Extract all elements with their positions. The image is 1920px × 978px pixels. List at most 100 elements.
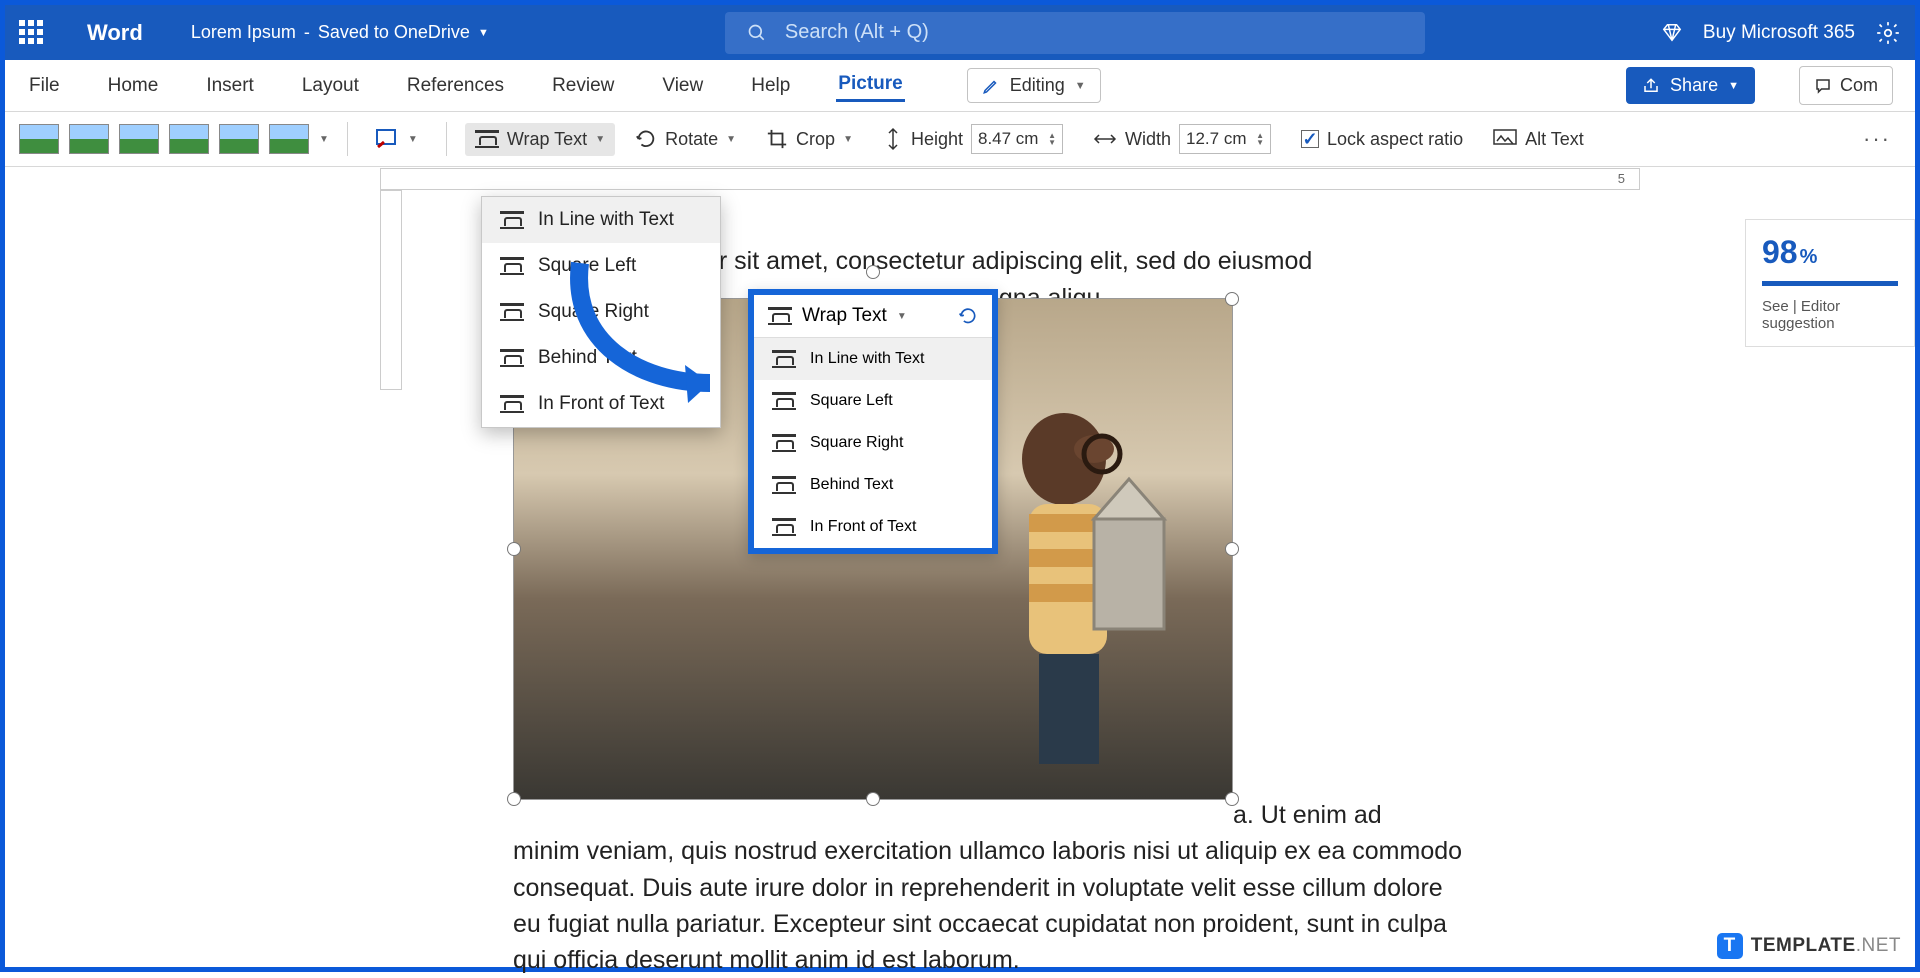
app-launcher-icon[interactable] <box>19 20 45 46</box>
editor-score-bar <box>1762 281 1898 286</box>
chevron-down-icon: ▼ <box>408 134 418 145</box>
wrap-left-icon <box>772 392 796 410</box>
height-label: Height <box>911 129 963 150</box>
resize-handle[interactable] <box>507 542 521 556</box>
wrap-option-label: In Front of Text <box>810 518 916 536</box>
picture-style-5[interactable] <box>219 124 259 154</box>
wrap-option-label: In Line with Text <box>538 209 674 231</box>
wrap-front-icon <box>500 395 524 413</box>
chevron-down-icon: ▼ <box>595 134 605 145</box>
width-input[interactable]: 12.7 cm▲▼ <box>1179 124 1271 154</box>
rotate-icon[interactable] <box>958 306 978 326</box>
wrap-option-label: Square Right <box>538 301 649 323</box>
rotate-handle[interactable] <box>866 265 880 279</box>
picture-style-2[interactable] <box>69 124 109 154</box>
height-value: 8.47 cm <box>978 129 1038 149</box>
resize-handle[interactable] <box>1225 542 1239 556</box>
spinner-icon[interactable]: ▲▼ <box>1048 132 1056 146</box>
wrap-front-icon <box>772 518 796 536</box>
picture-ribbon: ▼ ▼ Wrap Text ▼ Rotate ▼ Crop ▼ Height 8… <box>5 112 1915 167</box>
editor-score-card[interactable]: 98 % See | Editor suggestion <box>1745 219 1915 347</box>
document-text-line: or sit amet, consectetur adipiscing elit… <box>705 243 1485 279</box>
tab-references[interactable]: References <box>405 71 506 101</box>
float-wrap-option-behind[interactable]: Behind Text <box>754 464 992 506</box>
floating-wrap-label: Wrap Text <box>802 305 887 327</box>
spinner-icon[interactable]: ▲▼ <box>1256 132 1264 146</box>
alt-text-button[interactable]: Alt Text <box>1483 123 1594 156</box>
height-input[interactable]: 8.47 cm ▲▼ <box>971 124 1063 154</box>
wrap-option-label: Behind Text <box>810 476 893 494</box>
alt-text-label: Alt Text <box>1525 129 1584 150</box>
gear-icon[interactable] <box>1875 20 1901 46</box>
rotate-icon <box>635 128 657 150</box>
wrap-text-icon <box>475 130 499 148</box>
resize-handle[interactable] <box>1225 292 1239 306</box>
wrap-option-inline[interactable]: In Line with Text <box>482 197 720 243</box>
wrap-option-square-left[interactable]: Square Left <box>482 243 720 289</box>
float-wrap-option-front[interactable]: In Front of Text <box>754 506 992 548</box>
wrap-text-label: Wrap Text <box>507 129 587 150</box>
wrap-option-label: In Line with Text <box>810 350 924 368</box>
chevron-down-icon: ▼ <box>478 27 489 39</box>
float-wrap-option-square-right[interactable]: Square Right <box>754 422 992 464</box>
wrap-option-front[interactable]: In Front of Text <box>482 381 720 427</box>
editing-label: Editing <box>1010 75 1065 96</box>
chevron-down-icon: ▼ <box>726 134 736 145</box>
tab-home[interactable]: Home <box>106 71 161 101</box>
tab-picture[interactable]: Picture <box>836 69 904 102</box>
ribbon-overflow[interactable]: ··· <box>1853 120 1901 158</box>
picture-border-button[interactable]: ▼ <box>366 123 428 155</box>
wrap-inline-icon <box>500 211 524 229</box>
rotate-label: Rotate <box>665 129 718 150</box>
crop-icon <box>766 128 788 150</box>
editor-score-pct: % <box>1800 246 1818 269</box>
wrap-option-label: Square Left <box>810 392 893 410</box>
wrap-option-square-right[interactable]: Square Right <box>482 289 720 335</box>
float-wrap-option-inline[interactable]: In Line with Text <box>754 338 992 380</box>
buy-link[interactable]: Buy Microsoft 365 <box>1703 22 1855 44</box>
tab-layout[interactable]: Layout <box>300 71 361 101</box>
document-title-area[interactable]: Lorem Ipsum - Saved to OneDrive ▼ <box>191 22 489 43</box>
tab-file[interactable]: File <box>27 71 62 101</box>
wrap-option-label: Square Right <box>810 434 903 452</box>
document-name: Lorem Ipsum <box>191 22 296 43</box>
comments-button[interactable]: Com <box>1799 66 1893 105</box>
wrap-left-icon <box>500 257 524 275</box>
height-icon <box>883 127 903 151</box>
tab-insert[interactable]: Insert <box>204 71 256 101</box>
wrap-behind-icon <box>772 476 796 494</box>
picture-style-1[interactable] <box>19 124 59 154</box>
wrap-text-button[interactable]: Wrap Text ▼ <box>465 123 615 156</box>
lock-aspect-group[interactable]: ✓ Lock aspect ratio <box>1291 123 1473 156</box>
tab-view[interactable]: View <box>660 71 705 101</box>
wrap-option-behind[interactable]: Behind Text <box>482 335 720 381</box>
chevron-down-icon[interactable]: ▼ <box>319 134 329 145</box>
share-button[interactable]: Share ▼ <box>1626 67 1755 104</box>
editing-mode-button[interactable]: Editing ▼ <box>967 68 1101 103</box>
watermark-brand: TEMPLATE <box>1751 935 1856 956</box>
chevron-down-icon: ▼ <box>843 134 853 145</box>
wrap-behind-icon <box>500 349 524 367</box>
chevron-down-icon: ▼ <box>1728 80 1739 92</box>
titlebar: Word Lorem Ipsum - Saved to OneDrive ▼ S… <box>5 5 1915 60</box>
checkbox-icon[interactable]: ✓ <box>1301 130 1319 148</box>
floating-wrap-header[interactable]: Wrap Text ▼ <box>754 295 992 338</box>
float-wrap-option-square-left[interactable]: Square Left <box>754 380 992 422</box>
picture-style-6[interactable] <box>269 124 309 154</box>
tab-review[interactable]: Review <box>550 71 616 101</box>
ruler-mark: 5 <box>1618 171 1625 186</box>
search-input[interactable]: Search (Alt + Q) <box>725 12 1425 54</box>
tab-help[interactable]: Help <box>749 71 792 101</box>
rotate-button[interactable]: Rotate ▼ <box>625 122 746 156</box>
crop-button[interactable]: Crop ▼ <box>756 122 863 156</box>
search-icon <box>747 23 767 43</box>
picture-style-4[interactable] <box>169 124 209 154</box>
editor-suggestions-link[interactable]: See | Editor suggestion <box>1762 298 1898 332</box>
wrap-option-label: Behind Text <box>538 347 637 369</box>
crop-label: Crop <box>796 129 835 150</box>
comment-icon <box>1814 77 1832 95</box>
diamond-icon <box>1661 22 1683 44</box>
app-name: Word <box>87 20 143 46</box>
watermark-suffix: .NET <box>1856 935 1901 956</box>
picture-style-3[interactable] <box>119 124 159 154</box>
